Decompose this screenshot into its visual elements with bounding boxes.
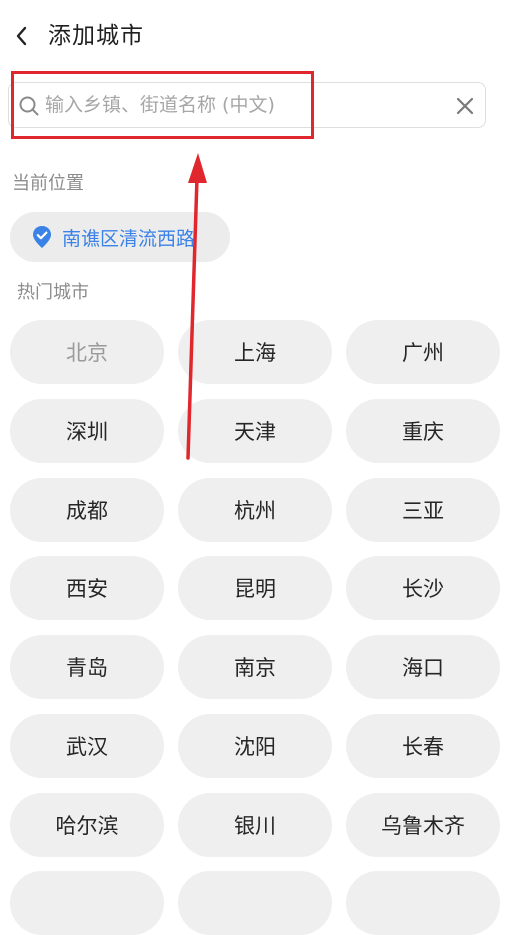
hot-cities-grid: 北京 上海 广州 深圳 天津 重庆 成都 杭州 三亚 西安 昆明 长沙 青岛 南… (0, 0, 514, 935)
city-chip[interactable]: 广州 (346, 320, 500, 384)
city-chip[interactable]: 北京 (10, 320, 164, 384)
city-chip[interactable]: 银川 (178, 793, 332, 857)
city-chip[interactable]: 深圳 (10, 399, 164, 463)
city-chip[interactable]: 成都 (10, 478, 164, 542)
city-chip[interactable]: 南京 (178, 635, 332, 699)
city-chip[interactable]: 海口 (346, 635, 500, 699)
city-chip[interactable]: 天津 (178, 399, 332, 463)
city-chip[interactable]: 长春 (346, 714, 500, 778)
city-chip-partial[interactable] (10, 871, 164, 935)
city-chip[interactable]: 武汉 (10, 714, 164, 778)
city-chip[interactable]: 杭州 (178, 478, 332, 542)
city-chip-partial[interactable] (178, 871, 332, 935)
city-chip[interactable]: 三亚 (346, 478, 500, 542)
city-chip[interactable]: 昆明 (178, 556, 332, 620)
city-chip[interactable]: 重庆 (346, 399, 500, 463)
city-chip-partial[interactable] (346, 871, 500, 935)
city-chip[interactable]: 西安 (10, 556, 164, 620)
city-chip[interactable]: 长沙 (346, 556, 500, 620)
city-chip[interactable]: 乌鲁木齐 (346, 793, 500, 857)
city-chip[interactable]: 上海 (178, 320, 332, 384)
city-chip[interactable]: 哈尔滨 (10, 793, 164, 857)
city-chip[interactable]: 沈阳 (178, 714, 332, 778)
city-chip[interactable]: 青岛 (10, 635, 164, 699)
